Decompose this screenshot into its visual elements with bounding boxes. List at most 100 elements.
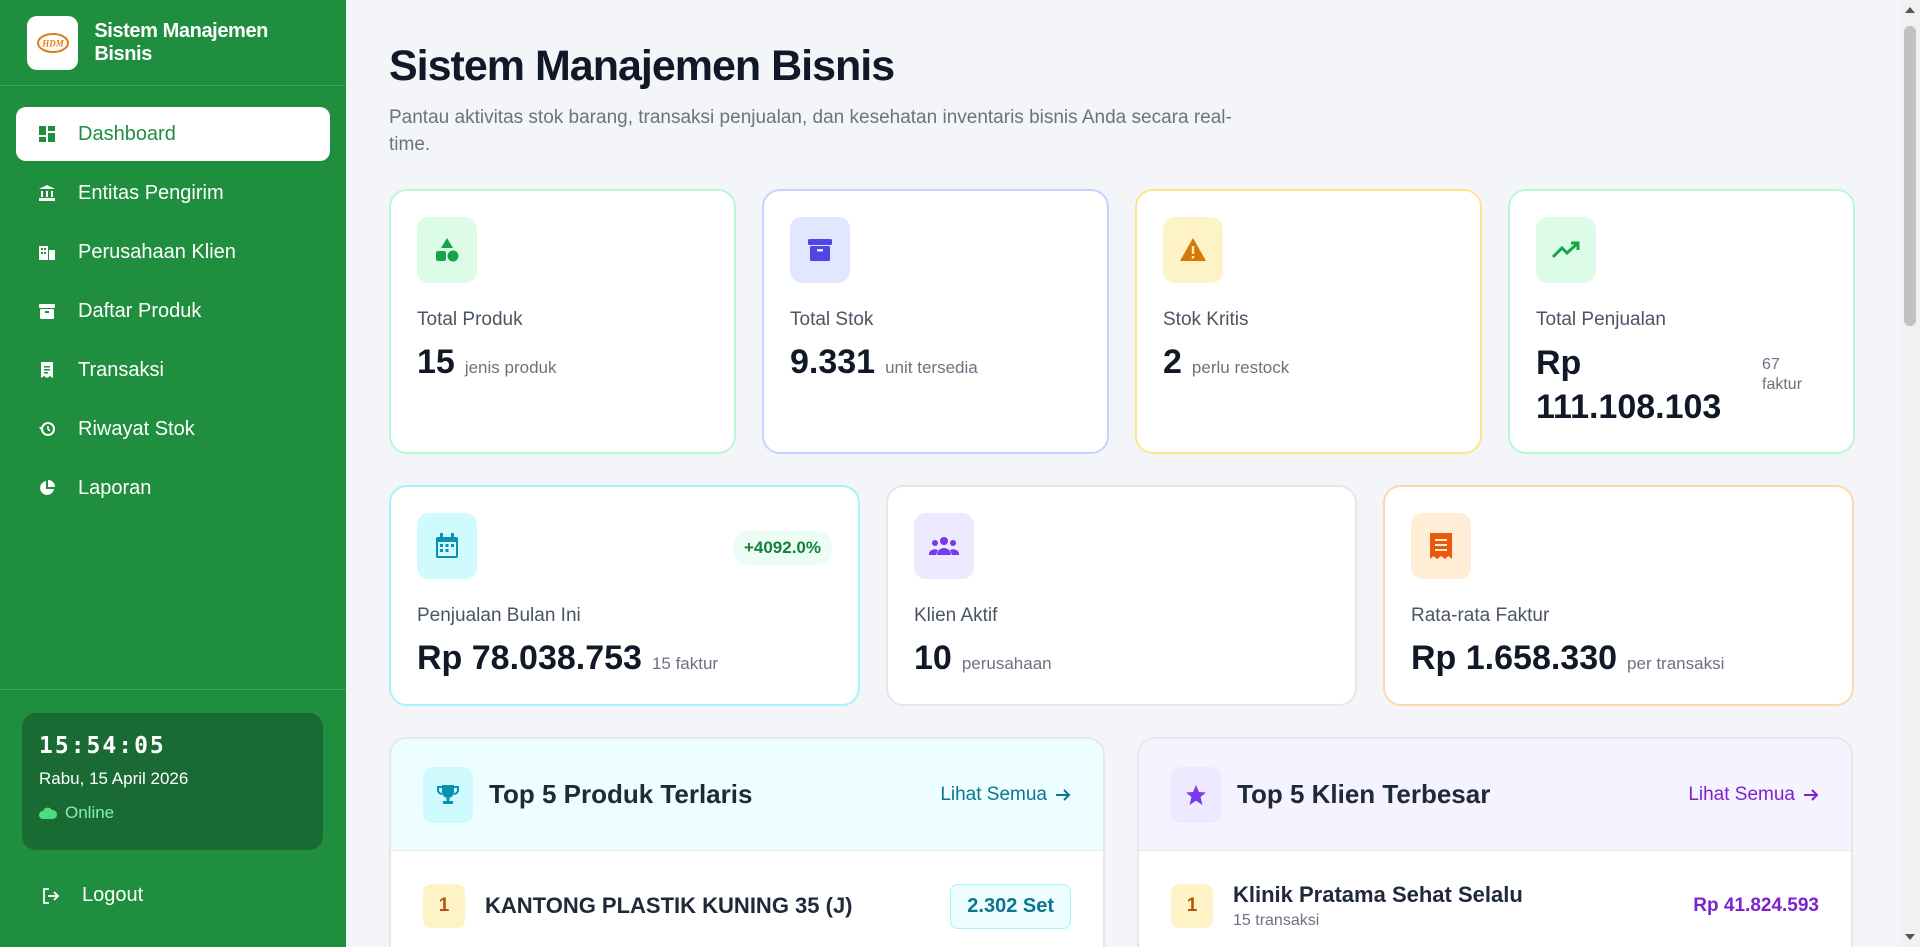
stat-card-total-penjualan: Total Penjualan Rp 111.108.103 67 faktur	[1508, 189, 1855, 454]
stat-label: Total Stok	[790, 309, 874, 330]
stat-card-stok-kritis: Stok Kritis 2 perlu restock	[1135, 189, 1482, 454]
sidebar-item-label: Daftar Produk	[78, 299, 202, 322]
stat-number: Rp 1.658.330	[1411, 639, 1618, 677]
client-transactions: 15 transaksi	[1233, 912, 1320, 929]
growth-badge: +4092.0%	[732, 531, 832, 565]
history-icon	[38, 420, 56, 438]
pie-chart-icon	[38, 479, 56, 497]
stat-value: 9.331 unit tersedia	[790, 343, 978, 382]
sidebar-divider	[0, 689, 346, 690]
sidebar-item-laporan[interactable]: Laporan	[16, 461, 330, 515]
stat-unit: 67 faktur	[1762, 356, 1803, 393]
client-amount: Rp 41.824.593	[1693, 895, 1819, 916]
panel-header: Top 5 Produk Terlaris Lihat Semua	[391, 739, 1103, 851]
logo-icon: HDM	[36, 32, 69, 53]
stat-value: 10 perusahaan	[914, 639, 1052, 678]
panel-header: Top 5 Klien Terbesar Lihat Semua	[1139, 739, 1851, 851]
scroll-down-icon[interactable]	[1905, 934, 1915, 940]
sidebar-item-label: Riwayat Stok	[78, 417, 195, 440]
stat-unit: 15 faktur	[651, 654, 719, 673]
main-content: Sistem Manajemen Bisnis Pantau aktivitas…	[346, 0, 1900, 947]
client-name: Klinik Pratama Sehat Selalu	[1233, 882, 1523, 907]
stat-unit: perusahaan	[961, 654, 1052, 673]
logout-icon	[43, 887, 60, 904]
stat-label: Klien Aktif	[914, 605, 998, 626]
arrow-right-icon	[1804, 788, 1819, 801]
stat-number: 2	[1163, 343, 1182, 381]
stat-label: Penjualan Bulan Ini	[417, 605, 581, 626]
sidebar-item-transaksi[interactable]: Transaksi	[16, 343, 330, 397]
sidebar-item-daftar-produk[interactable]: Daftar Produk	[16, 284, 330, 338]
sidebar-item-label: Transaksi	[78, 358, 164, 381]
box-icon	[790, 217, 850, 283]
list-item[interactable]: 1 Klinik Pratama Sehat Selalu 15 transak…	[1139, 851, 1851, 947]
stat-card-klien-aktif: Klien Aktif 10 perusahaan	[886, 485, 1357, 706]
stat-value: 15 jenis produk	[417, 343, 557, 382]
sidebar-nav: Dashboard Entitas Pengirim Perusahaan Kl…	[0, 86, 346, 541]
stat-value: Rp 78.038.753 15 faktur	[417, 639, 718, 678]
invoice-icon	[1411, 513, 1471, 579]
sidebar: HDM Sistem Manajemen Bisnis Dashboard En…	[0, 0, 346, 947]
scrollbar-thumb[interactable]	[1904, 26, 1916, 326]
quantity-badge: 2.302 Set	[950, 883, 1071, 929]
stat-number: Rp 111.108.103	[1536, 344, 1722, 426]
sidebar-item-label: Entitas Pengirim	[78, 181, 224, 204]
stat-value: 2 perlu restock	[1163, 343, 1289, 382]
brand-title: Sistem Manajemen Bisnis	[94, 19, 268, 65]
sidebar-item-riwayat-stok[interactable]: Riwayat Stok	[16, 402, 330, 456]
stat-unit: per transaksi	[1627, 654, 1725, 673]
connection-status: Online	[39, 803, 306, 823]
stat-number: 10	[914, 639, 952, 677]
status-label: Online	[65, 803, 115, 822]
sidebar-item-label: Dashboard	[78, 122, 176, 145]
shapes-icon	[417, 217, 477, 283]
clock-time: 15:54:05	[39, 733, 166, 759]
rank-badge: 1	[1171, 884, 1213, 928]
stat-label: Total Produk	[417, 309, 523, 330]
archive-icon	[38, 302, 56, 320]
users-icon	[914, 513, 974, 579]
top-products-panel: Top 5 Produk Terlaris Lihat Semua 1 KANT…	[389, 737, 1105, 947]
sidebar-item-dashboard[interactable]: Dashboard	[16, 107, 330, 161]
star-icon	[1171, 766, 1221, 823]
vertical-scrollbar[interactable]	[1900, 0, 1920, 947]
dashboard-icon	[38, 125, 56, 143]
sidebar-item-label: Perusahaan Klien	[78, 240, 236, 263]
brand[interactable]: HDM Sistem Manajemen Bisnis	[0, 0, 346, 86]
panel-title: Top 5 Klien Terbesar	[1237, 779, 1491, 809]
see-all-products-link[interactable]: Lihat Semua	[940, 784, 1071, 806]
stat-label: Stok Kritis	[1163, 309, 1249, 330]
trending-up-icon	[1536, 217, 1596, 283]
stat-number: Rp 78.038.753	[417, 639, 642, 677]
stat-number: 15	[417, 343, 455, 381]
trophy-icon	[423, 766, 473, 823]
panel-title: Top 5 Produk Terlaris	[489, 779, 753, 809]
stat-label: Total Penjualan	[1536, 309, 1666, 330]
stat-value: Rp 1.658.330 per transaksi	[1411, 639, 1724, 678]
receipt-icon	[38, 361, 56, 379]
stat-number: 9.331	[790, 343, 876, 381]
product-name: KANTONG PLASTIK KUNING 35 (J)	[485, 893, 853, 918]
stat-card-penjualan-bulan-ini: +4092.0% Penjualan Bulan Ini Rp 78.038.7…	[389, 485, 860, 706]
page-title: Sistem Manajemen Bisnis	[389, 42, 895, 90]
clock-widget: 15:54:05 Rabu, 15 April 2026 Online	[22, 713, 323, 850]
stat-card-total-stok: Total Stok 9.331 unit tersedia	[762, 189, 1109, 454]
logo: HDM	[27, 15, 79, 70]
sidebar-item-perusahaan-klien[interactable]: Perusahaan Klien	[16, 225, 330, 279]
sidebar-item-entitas-pengirim[interactable]: Entitas Pengirim	[16, 166, 330, 220]
stat-unit: perlu restock	[1191, 358, 1290, 377]
clock-date: Rabu, 15 April 2026	[39, 769, 189, 788]
client-info: Klinik Pratama Sehat Selalu 15 transaksi	[1233, 882, 1523, 930]
see-all-clients-link[interactable]: Lihat Semua	[1688, 784, 1819, 806]
logout-label: Logout	[82, 884, 144, 906]
list-item[interactable]: 1 KANTONG PLASTIK KUNING 35 (J) 2.302 Se…	[391, 851, 1103, 947]
cloud-icon	[39, 807, 57, 819]
bank-icon	[38, 184, 56, 202]
page-subtitle: Pantau aktivitas stok barang, transaksi …	[389, 107, 1232, 155]
link-label: Lihat Semua	[1688, 783, 1795, 805]
scroll-up-icon[interactable]	[1905, 7, 1915, 13]
stat-card-total-produk: Total Produk 15 jenis produk	[389, 189, 736, 454]
link-label: Lihat Semua	[940, 783, 1047, 805]
building-icon	[38, 243, 56, 261]
logout-button[interactable]: Logout	[42, 884, 143, 907]
